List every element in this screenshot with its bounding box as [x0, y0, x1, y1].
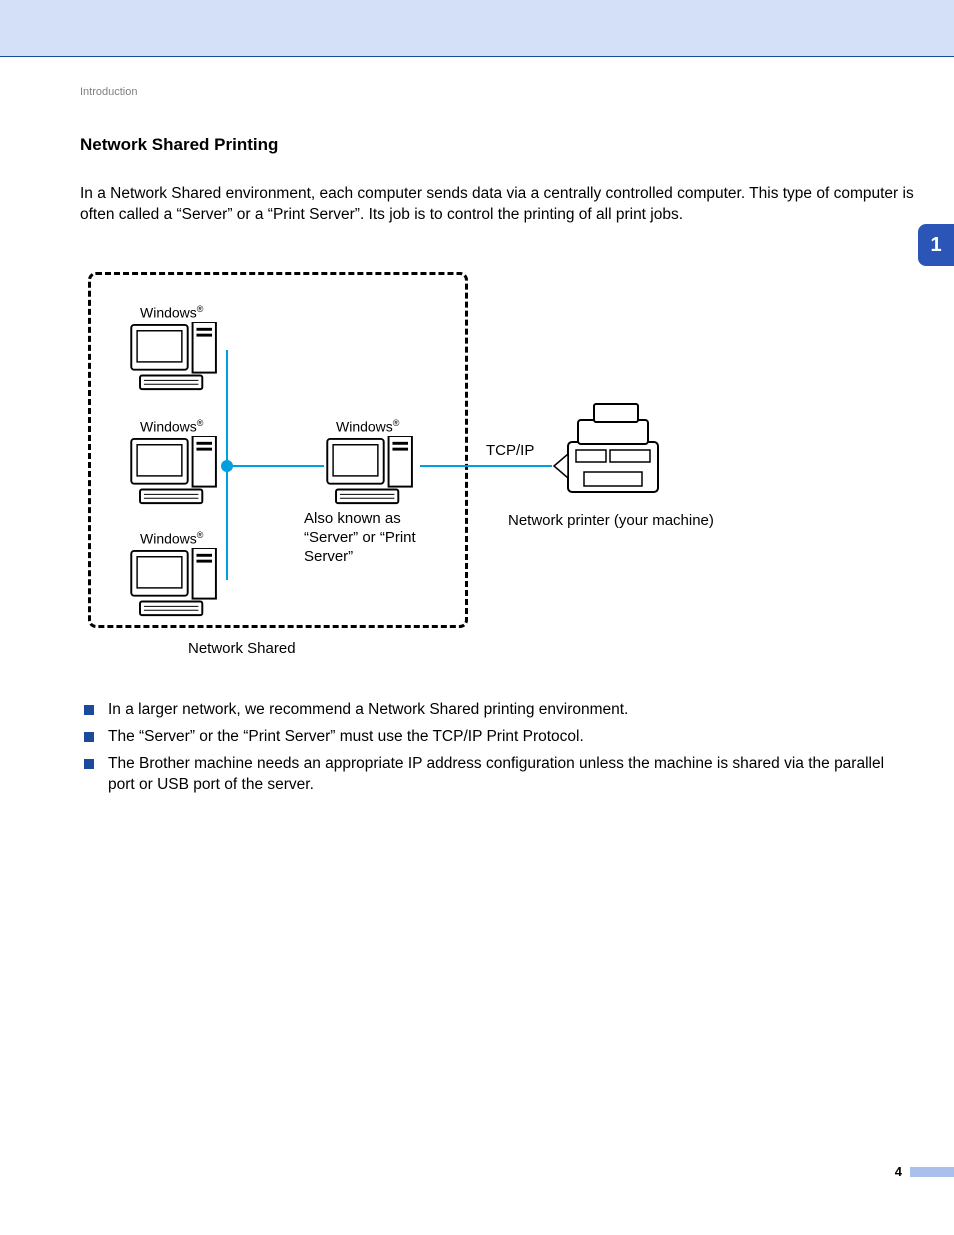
computer-icon [128, 322, 226, 394]
printer-caption: Network printer (your machine) [508, 512, 714, 529]
breadcrumb: Introduction [80, 86, 137, 98]
server-computer-icon [324, 436, 422, 508]
chapter-tab: 1 [918, 224, 954, 266]
pc-label-server: Windows® [336, 418, 399, 435]
header-divider [0, 56, 954, 57]
page-number-stripe [910, 1167, 954, 1177]
pc-label-3: Windows® [140, 530, 203, 547]
section-title: Network Shared Printing [80, 135, 278, 155]
network-diagram: Windows® Windows® Windows® Windows® Also… [88, 272, 868, 672]
printer-icon [548, 402, 678, 502]
pc-label-1: Windows® [140, 304, 203, 321]
list-item: The Brother machine needs an appropriate… [80, 754, 914, 796]
computer-icon [128, 436, 226, 508]
computer-icon [128, 548, 226, 620]
pc-label-2: Windows® [140, 418, 203, 435]
wire-server-out [420, 465, 552, 467]
page-number: 4 [895, 1164, 902, 1179]
list-item: The “Server” or the “Print Server” must … [80, 727, 914, 748]
network-shared-label: Network Shared [188, 640, 296, 657]
wire-to-server [226, 465, 324, 467]
list-item: In a larger network, we recommend a Netw… [80, 700, 914, 721]
header-band [0, 0, 954, 56]
server-caption: Also known as “Server” or “Print Server” [304, 510, 454, 566]
bullet-list: In a larger network, we recommend a Netw… [80, 700, 914, 802]
tcpip-label: TCP/IP [486, 442, 534, 459]
intro-paragraph: In a Network Shared environment, each co… [80, 184, 914, 226]
